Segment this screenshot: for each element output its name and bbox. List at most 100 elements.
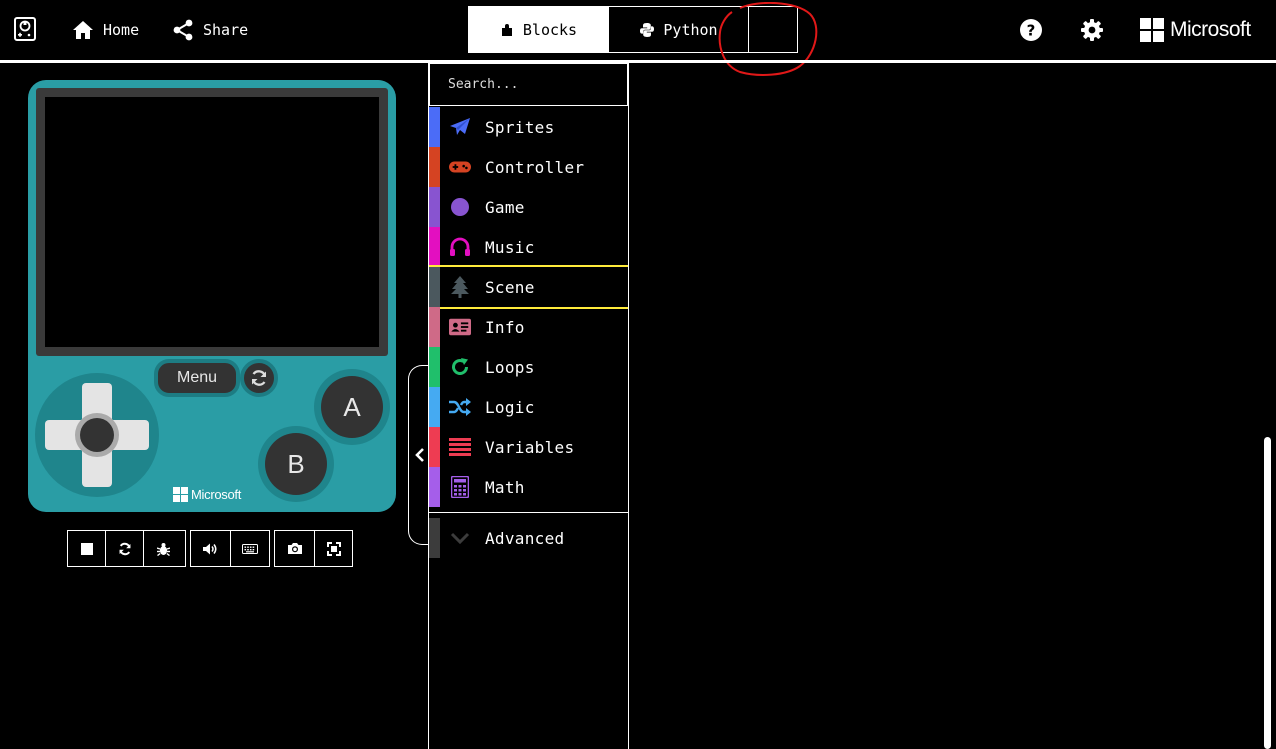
a-button[interactable]: A — [321, 376, 383, 438]
category-loops[interactable]: Loops — [429, 347, 628, 387]
help-icon[interactable]: ? — [1019, 18, 1043, 42]
category-math[interactable]: Math — [429, 467, 628, 507]
gamepad-icon — [449, 156, 471, 178]
header-divider — [0, 60, 1276, 63]
fullscreen-button[interactable] — [315, 531, 352, 566]
refresh-icon — [251, 370, 267, 386]
editor-toggle-dropdown[interactable] — [749, 7, 797, 52]
category-color-bar — [429, 347, 440, 387]
category-label: Math — [485, 477, 525, 497]
fullscreen-icon — [326, 541, 341, 556]
category-label: Loops — [485, 357, 535, 377]
category-game[interactable]: Game — [429, 187, 628, 227]
game-screen[interactable] — [45, 97, 379, 347]
microsoft-grid-icon — [1140, 18, 1164, 42]
dpad[interactable] — [35, 373, 159, 497]
simulator-brand: Microsoft — [173, 487, 241, 502]
blocks-tab-label: Blocks — [522, 20, 578, 39]
makecode-arcade-logo-icon[interactable] — [14, 17, 36, 41]
workspace-scrollbar[interactable] — [1262, 437, 1272, 749]
category-label: Game — [485, 197, 525, 217]
gear-icon[interactable] — [1080, 18, 1104, 42]
simulator-toolbar-run — [67, 530, 186, 567]
svg-text:?: ? — [1027, 22, 1036, 40]
menu-button[interactable]: Menu — [154, 359, 240, 397]
headphones-icon — [449, 236, 471, 258]
collapse-simulator-button[interactable] — [408, 365, 430, 545]
share-label: Share — [203, 21, 249, 39]
category-label: Logic — [485, 397, 535, 417]
list-icon — [449, 436, 471, 458]
category-label: Scene — [485, 277, 535, 297]
simulator-toolbar-capture — [274, 530, 353, 567]
bug-icon — [156, 542, 170, 556]
stop-icon — [80, 542, 93, 555]
workspace-scrollbar-thumb[interactable] — [1264, 437, 1271, 749]
category-color-bar — [429, 267, 440, 307]
category-label: Controller — [485, 157, 585, 177]
chevron-down-icon — [449, 527, 471, 549]
category-controller[interactable]: Controller — [429, 147, 628, 187]
category-color-bar — [429, 387, 440, 427]
circle-icon — [449, 196, 471, 218]
category-label: Info — [485, 317, 525, 337]
screen-bezel — [36, 88, 388, 356]
b-button-ring: B — [258, 426, 334, 502]
category-label: Variables — [485, 437, 575, 457]
keyboard-button[interactable] — [231, 531, 269, 566]
category-sprites[interactable]: Sprites — [429, 107, 628, 147]
calculator-icon — [449, 476, 471, 498]
editor-toggle: Blocks Python — [468, 6, 798, 53]
sound-icon — [203, 543, 217, 554]
top-bar: Home Share Blocks Python ? Microsoft — [0, 0, 1276, 76]
category-label: Sprites — [485, 117, 555, 137]
category-scene[interactable]: Scene — [429, 265, 628, 309]
paper-plane-icon — [449, 116, 471, 138]
blocks-toolbox: Sprites Controller Game Music Scene — [428, 63, 629, 749]
category-color-bar — [429, 147, 440, 187]
category-color-bar — [429, 427, 440, 467]
category-logic[interactable]: Logic — [429, 387, 628, 427]
category-label: Music — [485, 237, 535, 257]
microsoft-logo[interactable]: Microsoft — [1140, 17, 1251, 43]
screenshot-button[interactable] — [275, 531, 315, 566]
home-button[interactable]: Home — [72, 17, 139, 43]
python-tab-label: Python — [663, 20, 718, 39]
microsoft-grid-icon — [173, 487, 188, 502]
simulator-toolbar-io — [190, 530, 270, 567]
category-color-bar — [429, 467, 440, 507]
refresh-icon — [449, 356, 471, 378]
share-icon — [173, 19, 193, 41]
python-tab[interactable]: Python — [609, 7, 749, 52]
toolbox-search-input[interactable] — [430, 64, 627, 105]
category-variables[interactable]: Variables — [429, 427, 628, 467]
restart-button[interactable] — [106, 531, 144, 566]
game-simulator: Menu A B Microsoft — [28, 80, 396, 512]
b-button[interactable]: B — [265, 433, 327, 495]
a-button-ring: A — [314, 369, 390, 445]
category-music[interactable]: Music — [429, 227, 628, 267]
share-button[interactable]: Share — [172, 17, 248, 43]
category-color-bar — [429, 107, 440, 147]
stop-button[interactable] — [68, 531, 106, 566]
toolbox-search — [429, 63, 628, 106]
restart-icon — [118, 542, 131, 555]
home-icon — [73, 21, 93, 39]
blocks-tab[interactable]: Blocks — [469, 7, 609, 52]
tree-icon — [449, 276, 471, 298]
category-advanced-label: Advanced — [485, 528, 565, 548]
reset-button[interactable] — [240, 359, 278, 397]
keyboard-icon — [242, 543, 258, 554]
debug-button[interactable] — [144, 531, 182, 566]
sound-button[interactable] — [191, 531, 231, 566]
category-color-bar — [429, 307, 440, 347]
category-color-bar — [429, 227, 440, 267]
camera-icon — [287, 543, 302, 554]
category-info[interactable]: Info — [429, 307, 628, 347]
id-card-icon — [449, 316, 471, 338]
microsoft-logo-text: Microsoft — [1170, 18, 1251, 41]
dpad-center — [75, 413, 119, 457]
home-label: Home — [103, 21, 140, 39]
shuffle-icon — [449, 396, 471, 418]
category-advanced[interactable]: Advanced — [429, 518, 628, 558]
